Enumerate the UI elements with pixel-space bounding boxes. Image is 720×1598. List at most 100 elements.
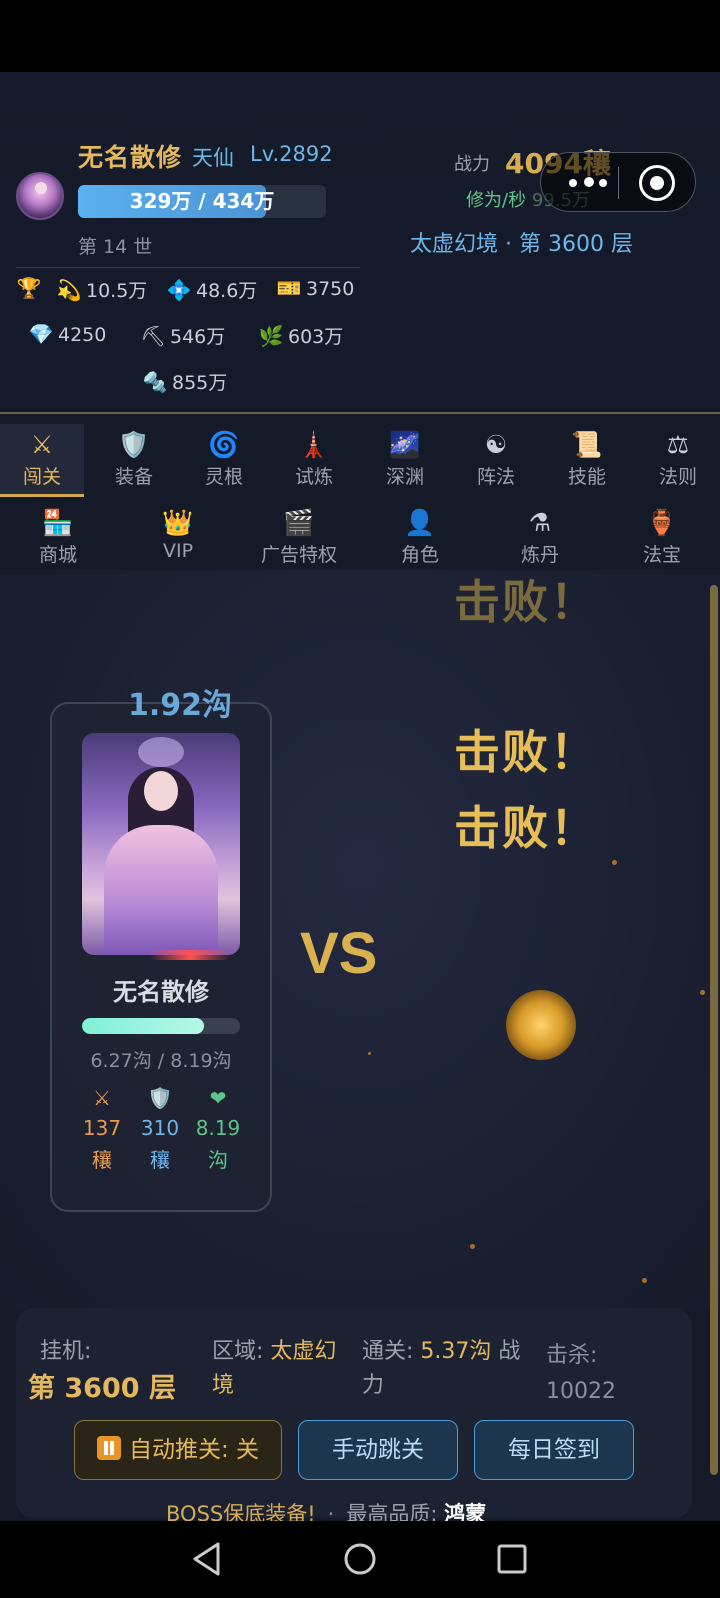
- cultivation-label: 修为/秒: [466, 190, 527, 211]
- health-unit: 沟: [208, 1148, 228, 1172]
- nav-label: 深渊: [385, 466, 424, 488]
- portrait-hit-effect: [150, 950, 230, 960]
- nav-label: 装备: [114, 466, 153, 488]
- region-value-cont: 境: [212, 1373, 235, 1398]
- nav-tab-vip[interactable]: 👑 VIP: [136, 506, 220, 562]
- miniprogram-capsule: [540, 152, 696, 212]
- comet-icon: 💫: [56, 278, 82, 302]
- region-info: 区域: 太虚幻: [212, 1334, 336, 1370]
- vs-label: VS: [300, 921, 378, 986]
- resource-trophy: 🏆: [16, 276, 46, 300]
- herb-icon: 🌿: [258, 324, 284, 348]
- ember-particle: [612, 860, 617, 865]
- hero-defense-stat: 🛡️ 310 穰: [130, 1084, 190, 1176]
- nav-label: 法宝: [642, 544, 681, 566]
- spiral-icon: 🌀: [208, 430, 240, 459]
- hero-hp-fill: [82, 1018, 204, 1034]
- nav-tab-ad-privilege[interactable]: 🎬 广告特权: [249, 506, 349, 567]
- resource-herb: 🌿 603万: [258, 322, 344, 349]
- portrait-face: [144, 771, 178, 811]
- nav-tab-trial[interactable]: 🗼 试炼: [272, 428, 356, 489]
- hero-portrait: [82, 733, 240, 955]
- region-info-cont: 境: [212, 1368, 234, 1404]
- galaxy-icon: 🌌: [389, 430, 421, 459]
- more-icon[interactable]: [563, 167, 613, 197]
- clear-label: 通关:: [362, 1339, 414, 1364]
- nav-tab-formation[interactable]: ☯ 阵法: [454, 428, 538, 489]
- resource-crystal: 💠 48.6万: [166, 276, 258, 303]
- nav-label: 灵根: [204, 466, 243, 488]
- clear-value: 5.37沟: [420, 1339, 492, 1364]
- clapper-icon: 🎬: [283, 508, 315, 537]
- scroll-icon: 📜: [571, 430, 603, 459]
- home-icon[interactable]: [342, 1541, 378, 1577]
- nav-tab-skills[interactable]: 📜 技能: [545, 428, 629, 489]
- resource-diamond: 💎 4250: [28, 322, 107, 346]
- exp-text: 329万 / 434万: [129, 189, 275, 213]
- idle-floor-value: 第 3600 层: [28, 1373, 176, 1404]
- nav-label: 法则: [658, 466, 697, 488]
- clear-info-cont: 力: [362, 1368, 384, 1404]
- nav-label: 试炼: [294, 466, 333, 488]
- nav-label: 阵法: [476, 466, 515, 488]
- more-dot: [569, 179, 577, 187]
- nav-tab-store[interactable]: 🏪 商城: [16, 506, 100, 567]
- scales-icon: ⚖: [666, 430, 690, 459]
- nav-label: 炼丹: [520, 544, 559, 566]
- kills-value: 10022: [546, 1379, 616, 1404]
- recent-apps-icon[interactable]: [496, 1543, 528, 1575]
- kills-label: 击杀:: [546, 1343, 598, 1368]
- section-divider: [0, 412, 720, 414]
- back-icon[interactable]: [190, 1541, 224, 1577]
- capsule-divider: [618, 167, 619, 199]
- nav-tab-alchemy[interactable]: ⚗ 炼丹: [498, 506, 582, 567]
- nav-tab-laws[interactable]: ⚖ 法则: [636, 428, 720, 489]
- resource-value: 855万: [172, 372, 228, 394]
- manual-skip-button[interactable]: 手动跳关: [298, 1420, 458, 1480]
- swords-icon: ⚔: [30, 430, 54, 459]
- clear-info: 通关: 5.37沟 战: [362, 1334, 520, 1370]
- alembic-icon: ⚗: [528, 508, 552, 537]
- shield-icon: 🛡️: [147, 1086, 173, 1110]
- resource-value: 603万: [288, 326, 344, 348]
- nav-tab-abyss[interactable]: 🌌 深渊: [363, 428, 447, 489]
- crown-icon: 👑: [162, 508, 194, 537]
- nav-label: 技能: [567, 466, 606, 488]
- defense-unit: 穰: [150, 1148, 170, 1172]
- player-level: Lv.2892: [250, 142, 333, 166]
- ticket-icon: 🎫: [276, 276, 302, 300]
- player-avatar[interactable]: [16, 172, 64, 220]
- nav-tab-challenge[interactable]: ⚔ 闯关: [0, 428, 84, 489]
- auto-advance-button[interactable]: 自动推关: 关: [74, 1420, 282, 1480]
- pause-icon: [96, 1436, 121, 1460]
- resource-comet: 💫 10.5万: [56, 276, 148, 303]
- hero-health-stat: ❤ 8.19 沟: [188, 1084, 248, 1176]
- yinyang-icon: ☯: [484, 430, 508, 459]
- nav-tab-spirit-root[interactable]: 🌀 灵根: [182, 428, 266, 489]
- tower-icon: 🗼: [298, 430, 330, 459]
- amphora-icon: 🏺: [646, 508, 678, 537]
- close-target-icon[interactable]: [639, 165, 675, 201]
- idle-label: 挂机:: [40, 1339, 92, 1364]
- diamond-icon: 💎: [28, 322, 54, 346]
- nav-tab-equipment[interactable]: 🛡️ 装备: [92, 428, 176, 489]
- resource-value: 10.5万: [86, 280, 148, 302]
- exp-bar: 329万 / 434万: [78, 185, 326, 218]
- hit-explosion-effect: [506, 990, 576, 1060]
- resource-pickaxe: ⛏ 546万: [140, 322, 225, 349]
- scrollbar[interactable]: [710, 585, 718, 1475]
- portrait-robe: [104, 825, 218, 955]
- daily-checkin-button[interactable]: 每日签到: [474, 1420, 634, 1480]
- nav-tab-treasure[interactable]: 🏺 法宝: [620, 506, 704, 567]
- ore-icon: 🔩: [142, 370, 168, 394]
- pickaxe-icon: ⛏: [140, 324, 166, 348]
- hero-attack-stat: ⚔ 137 穰: [72, 1084, 132, 1176]
- resource-ticket: 🎫 3750: [276, 276, 355, 300]
- ember-particle: [700, 990, 705, 995]
- clear-suffix-cont: 力: [362, 1373, 385, 1398]
- status-bar: [0, 0, 720, 72]
- nav-tab-character[interactable]: 👤 角色: [378, 506, 462, 567]
- resource-value: 4250: [58, 324, 107, 346]
- damage-number: 1.92沟: [128, 688, 233, 723]
- ember-particle: [470, 1244, 475, 1249]
